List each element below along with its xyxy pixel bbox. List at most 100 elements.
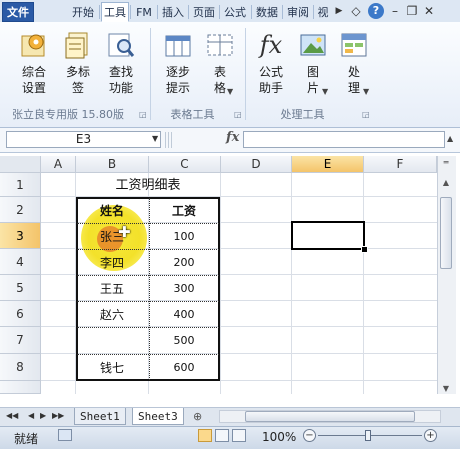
group-separator	[245, 28, 246, 120]
process-dropdown-arrow-icon[interactable]: ▼	[363, 87, 369, 96]
next-sheet-icon[interactable]: ▶	[40, 411, 46, 420]
dialog-launcher-icon[interactable]: ◲	[139, 110, 148, 119]
tab-layout[interactable]: 页面	[190, 2, 218, 22]
active-cell-e3[interactable]	[291, 221, 365, 250]
column-header-a[interactable]: A	[41, 156, 76, 173]
tab-view[interactable]: 视	[315, 2, 331, 22]
formula-separator	[171, 132, 172, 148]
macro-record-icon[interactable]	[58, 429, 72, 441]
tab-scroll-right-icon[interactable]: ▶	[333, 4, 345, 19]
tab-separator	[251, 5, 252, 19]
name-cell[interactable]: 李四	[100, 250, 124, 276]
tab-file[interactable]: 文件	[2, 2, 34, 22]
formula-helper-button[interactable]: fx 公式 助手	[252, 30, 290, 96]
scroll-split-icon[interactable]: ═	[437, 158, 455, 167]
zoom-in-icon[interactable]: +	[424, 429, 437, 442]
sheet-tab-sheet1[interactable]: Sheet1	[74, 408, 126, 425]
last-sheet-icon[interactable]: ▶▶	[52, 411, 64, 420]
gridline	[291, 173, 292, 394]
insert-function-button[interactable]: fx	[226, 130, 239, 145]
salary-cell[interactable]: 600	[150, 355, 218, 381]
header-salary-cell[interactable]: 工资	[150, 198, 218, 224]
header-name-cell[interactable]: 姓名	[100, 198, 124, 224]
zoom-out-icon[interactable]: −	[303, 429, 316, 442]
page-layout-view-icon[interactable]	[215, 429, 229, 442]
horizontal-scroll-thumb[interactable]	[245, 411, 415, 422]
column-header-f[interactable]: F	[364, 156, 437, 173]
first-sheet-icon[interactable]: ◀◀	[6, 411, 18, 420]
dialog-launcher-icon[interactable]: ◲	[234, 110, 243, 119]
column-header-d[interactable]: D	[221, 156, 292, 173]
window-restore-icon[interactable]: ❐	[404, 3, 420, 19]
name-cell[interactable]: 赵六	[100, 302, 124, 328]
dialog-launcher-icon[interactable]: ◲	[362, 110, 371, 119]
normal-view-icon[interactable]	[198, 429, 212, 442]
fill-handle[interactable]	[361, 246, 368, 253]
row-header-4[interactable]: 4	[0, 249, 41, 275]
row-header-7[interactable]: 7	[0, 327, 41, 354]
image-dropdown-arrow-icon[interactable]: ▼	[322, 87, 328, 96]
tab-insert[interactable]: 插入	[159, 2, 187, 22]
formula-expand-icon[interactable]: ▲	[447, 134, 453, 143]
window-minimize-icon[interactable]: –	[387, 3, 403, 19]
row-header-5[interactable]: 5	[0, 275, 41, 301]
process-label: 处 理	[347, 65, 360, 95]
sheet-tab-sheet3[interactable]: Sheet3	[132, 408, 184, 425]
sheet-title[interactable]: 工资明细表	[75, 175, 221, 197]
row-header-6[interactable]: 6	[0, 301, 41, 327]
formula-separator	[165, 132, 166, 148]
salary-cell[interactable]: 400	[150, 302, 218, 328]
select-all-corner[interactable]	[0, 156, 41, 173]
name-box-dropdown-icon[interactable]: ▼	[152, 134, 158, 143]
lookup-function-label: 查找 功能	[108, 65, 133, 95]
scroll-down-icon[interactable]: ▼	[437, 384, 455, 393]
multi-label-icon	[65, 32, 88, 59]
tab-separator	[130, 5, 131, 19]
table-format-icon	[207, 34, 233, 56]
tab-separator	[157, 5, 158, 19]
comprehensive-settings-button[interactable]: 综合 设置	[14, 30, 54, 96]
tab-data[interactable]: 数据	[253, 2, 281, 22]
row-header-8[interactable]: 8	[0, 354, 41, 381]
gridline	[220, 173, 221, 394]
formula-input[interactable]	[243, 131, 445, 148]
name-box[interactable]: E3	[6, 131, 161, 148]
step-hint-button[interactable]: 逐步 提示	[158, 30, 198, 96]
salary-cell[interactable]: 300	[150, 276, 218, 302]
insert-sheet-icon[interactable]: ⊕	[193, 410, 202, 423]
tab-start[interactable]: 开始	[68, 2, 98, 22]
row-header-2[interactable]: 2	[0, 197, 41, 223]
lookup-function-button[interactable]: 查找 功能	[101, 30, 141, 96]
step-hint-label: 逐步 提示	[165, 65, 190, 95]
gridline	[363, 173, 364, 394]
vertical-scrollbar[interactable]	[437, 156, 456, 394]
tab-fm[interactable]: FM	[132, 2, 156, 22]
row-header-9[interactable]	[0, 381, 41, 394]
ribbon-minimize-icon[interactable]: ◇	[348, 3, 364, 19]
prev-sheet-icon[interactable]: ◀	[28, 411, 34, 420]
table-dropdown-arrow-icon[interactable]: ▼	[227, 87, 233, 96]
name-cell[interactable]: 王五	[100, 276, 124, 302]
name-cell[interactable]: 钱七	[100, 355, 124, 381]
multi-label-label: 多标 签	[65, 65, 90, 95]
tab-formula[interactable]: 公式	[221, 2, 249, 22]
help-icon[interactable]: ?	[368, 3, 384, 19]
zoom-slider-knob[interactable]	[365, 430, 371, 441]
scroll-up-icon[interactable]: ▲	[437, 178, 455, 187]
row-header-1[interactable]: 1	[0, 173, 41, 197]
column-header-b[interactable]: B	[76, 156, 149, 173]
row-header-3[interactable]: 3	[0, 223, 41, 249]
tab-review[interactable]: 审阅	[284, 2, 312, 22]
window-close-icon[interactable]: ✕	[421, 3, 437, 19]
salary-cell[interactable]: 100	[150, 224, 218, 250]
column-header-c[interactable]: C	[149, 156, 221, 173]
multi-label-button[interactable]: 多标 签	[60, 30, 96, 96]
salary-cell[interactable]: 500	[150, 328, 218, 354]
group-label-version: 张立良专用版 15.80版	[12, 108, 124, 121]
column-header-e[interactable]: E	[292, 156, 364, 173]
page-break-view-icon[interactable]	[232, 429, 246, 442]
zoom-level[interactable]: 100%	[262, 430, 296, 444]
tab-tool[interactable]: 工具	[101, 2, 129, 22]
salary-cell[interactable]: 200	[150, 250, 218, 276]
vertical-scroll-thumb[interactable]	[440, 197, 452, 269]
